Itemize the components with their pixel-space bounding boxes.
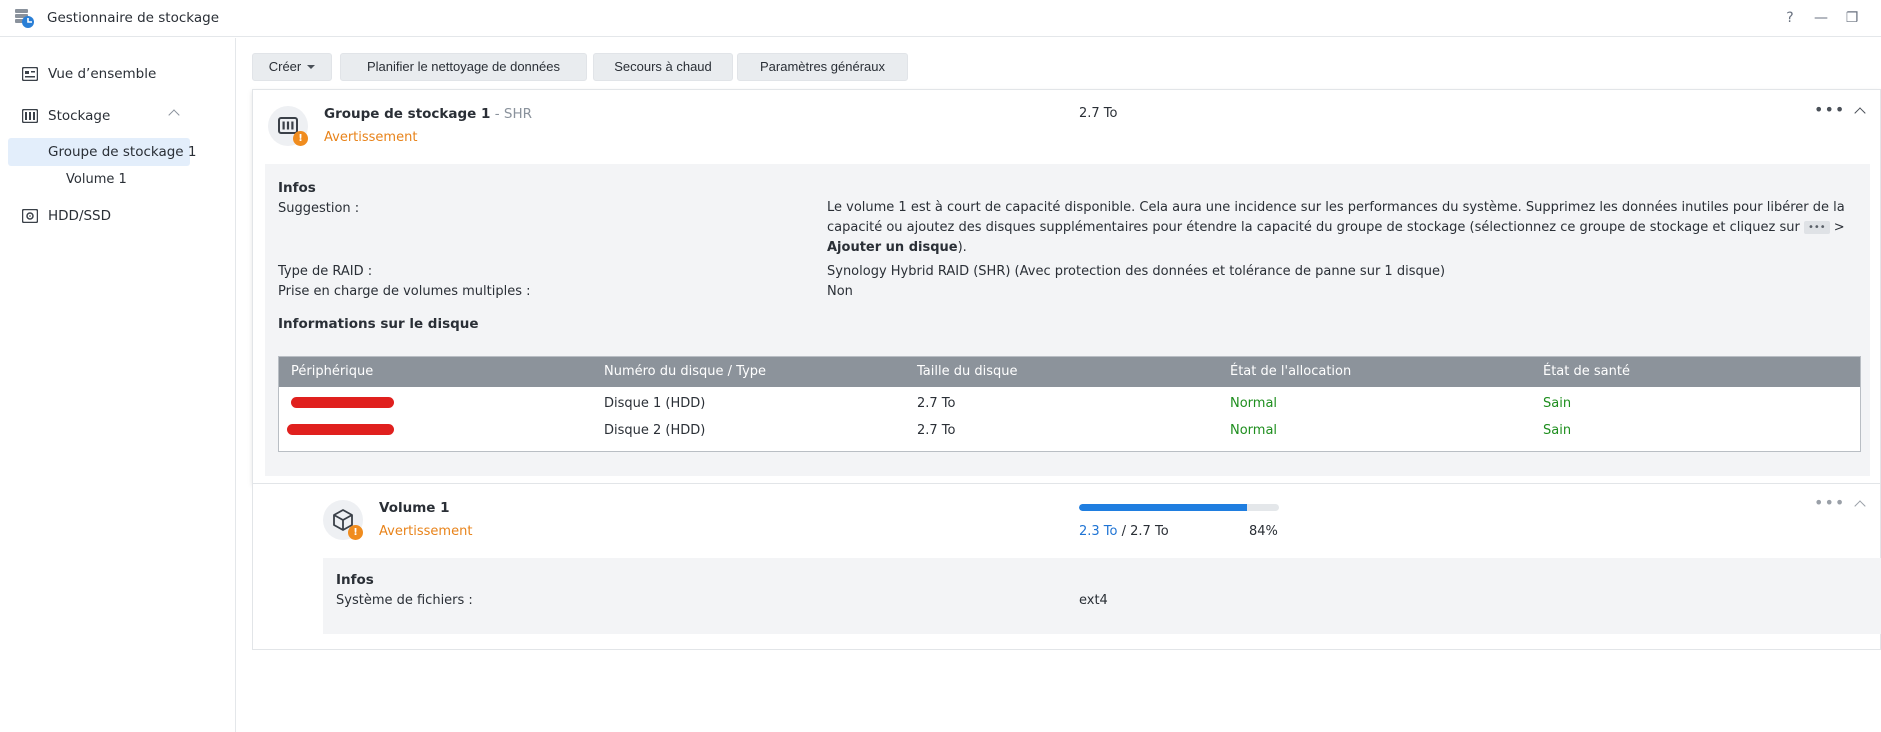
chevron-down-icon [307,65,316,69]
help-icon[interactable]: ? [1781,9,1799,27]
storage-icon [21,108,39,124]
overview-icon [21,66,39,82]
column-header: État de l'allocation [1230,364,1352,379]
column-header: État de santé [1543,364,1630,379]
info-section-title: Infos [278,180,316,196]
more-options-icon[interactable]: ••• [1814,493,1845,512]
volume-capacity: 2.3 To / 2.7 To [1079,524,1169,539]
create-button[interactable]: Créer [252,53,332,81]
column-header: Numéro du disque / Type [604,364,767,379]
column-header: Périphérique [291,364,374,379]
pool-title: Groupe de stockage 1 - SHR [324,106,532,122]
raid-type-label: Type de RAID : [278,264,373,279]
sidebar-item-label: Vue d’ensemble [48,66,157,82]
pool-capacity: 2.7 To [1079,106,1118,121]
create-label: Créer [268,59,302,74]
volume-used: 2.3 To [1079,524,1118,539]
info-section-title: Infos [336,572,374,588]
suggestion-end: ). [957,240,967,255]
sidebar-item-hdd-ssd[interactable]: HDD/SSD [8,202,190,230]
sidebar-item-label: HDD/SSD [48,208,112,224]
suggestion-arrow: > [1829,220,1845,235]
sidebar-item-label: Volume 1 [66,172,127,187]
title-bar: Gestionnaire de stockage ? — ❐ [0,0,1881,37]
disk-table-header: Périphérique Numéro du disque / Type Tai… [279,357,1860,387]
more-options-icon[interactable]: ••• [1814,100,1845,119]
storage-manager-icon [13,7,35,29]
volume-separator: / [1117,524,1131,539]
health-status: Sain [1543,423,1572,438]
pool-type: - SHR [490,106,532,122]
disk-number: Disque 2 (HDD) [604,423,706,438]
redacted-device-name [291,397,394,408]
chevron-up-icon[interactable] [168,109,180,121]
sidebar-item-storage[interactable]: Stockage [8,102,190,130]
column-header: Taille du disque [917,364,1018,379]
allocation-status: Normal [1230,423,1278,438]
volume-title: Volume 1 [379,500,450,516]
filesystem-label: Système de fichiers : [336,593,473,608]
restore-icon[interactable]: ❐ [1843,9,1861,27]
sidebar-item-label: Stockage [48,108,111,124]
suggestion-part: Le volume 1 est à court de capacité disp… [827,200,1845,235]
disk-size: 2.7 To [917,396,956,411]
pool-name: Groupe de stockage 1 [324,106,491,122]
more-options-icon: ••• [1803,221,1830,234]
add-drive-action: Ajouter un disque [827,240,958,255]
minimize-icon[interactable]: — [1812,9,1830,27]
app-title: Gestionnaire de stockage [47,10,219,26]
suggestion-text: Le volume 1 est à court de capacité disp… [827,198,1867,258]
filesystem-value: ext4 [1079,593,1108,608]
volume-status: Avertissement [379,524,473,539]
redacted-device-name [287,424,394,435]
disk-number: Disque 1 (HDD) [604,396,706,411]
volume-info-box: Infos Système de fichiers : ext4 [323,558,1881,634]
health-status: Sain [1543,396,1572,411]
pool-status: Avertissement [324,130,418,145]
disk-size: 2.7 To [917,423,956,438]
volume-usage-bar [1079,504,1279,511]
disk-table: Périphérique Numéro du disque / Type Tai… [278,356,1861,452]
warning-icon: ! [293,131,308,146]
disk-info-title: Informations sur le disque [278,316,479,332]
sidebar-item-overview[interactable]: Vue d’ensemble [8,60,190,88]
allocation-status: Normal [1230,396,1278,411]
volume-usage-fill [1079,504,1247,511]
global-settings-button[interactable]: Paramètres généraux [737,53,908,81]
schedule-scrubbing-button[interactable]: Planifier le nettoyage de données [340,53,587,81]
multi-volume-label: Prise en charge de volumes multiples : [278,284,531,299]
suggestion-label: Suggestion : [278,201,360,216]
hdd-icon [21,208,39,224]
volume-percent: 84% [1249,524,1278,539]
storage-pool-panel[interactable]: ! Groupe de stockage 1 - SHR Avertisseme… [252,89,1881,484]
sidebar: Vue d’ensemble Stockage Groupe de stocka… [0,38,236,732]
hot-spare-button[interactable]: Secours à chaud [593,53,733,81]
sidebar-item-volume-1[interactable]: Volume 1 [8,166,190,194]
sidebar-item-storage-pool-1[interactable]: Groupe de stockage 1 [8,138,196,166]
volume-total: 2.7 To [1130,524,1169,539]
collapse-icon[interactable] [1854,107,1866,119]
collapse-icon[interactable] [1854,500,1866,512]
multi-volume-value: Non [827,284,853,299]
raid-type-value: Synology Hybrid RAID (SHR) (Avec protect… [827,264,1446,279]
volume-panel[interactable]: ! Volume 1 Avertissement 2.3 To / 2.7 To… [252,484,1881,650]
sidebar-item-label: Groupe de stockage 1 [48,144,197,160]
warning-icon: ! [348,525,363,540]
